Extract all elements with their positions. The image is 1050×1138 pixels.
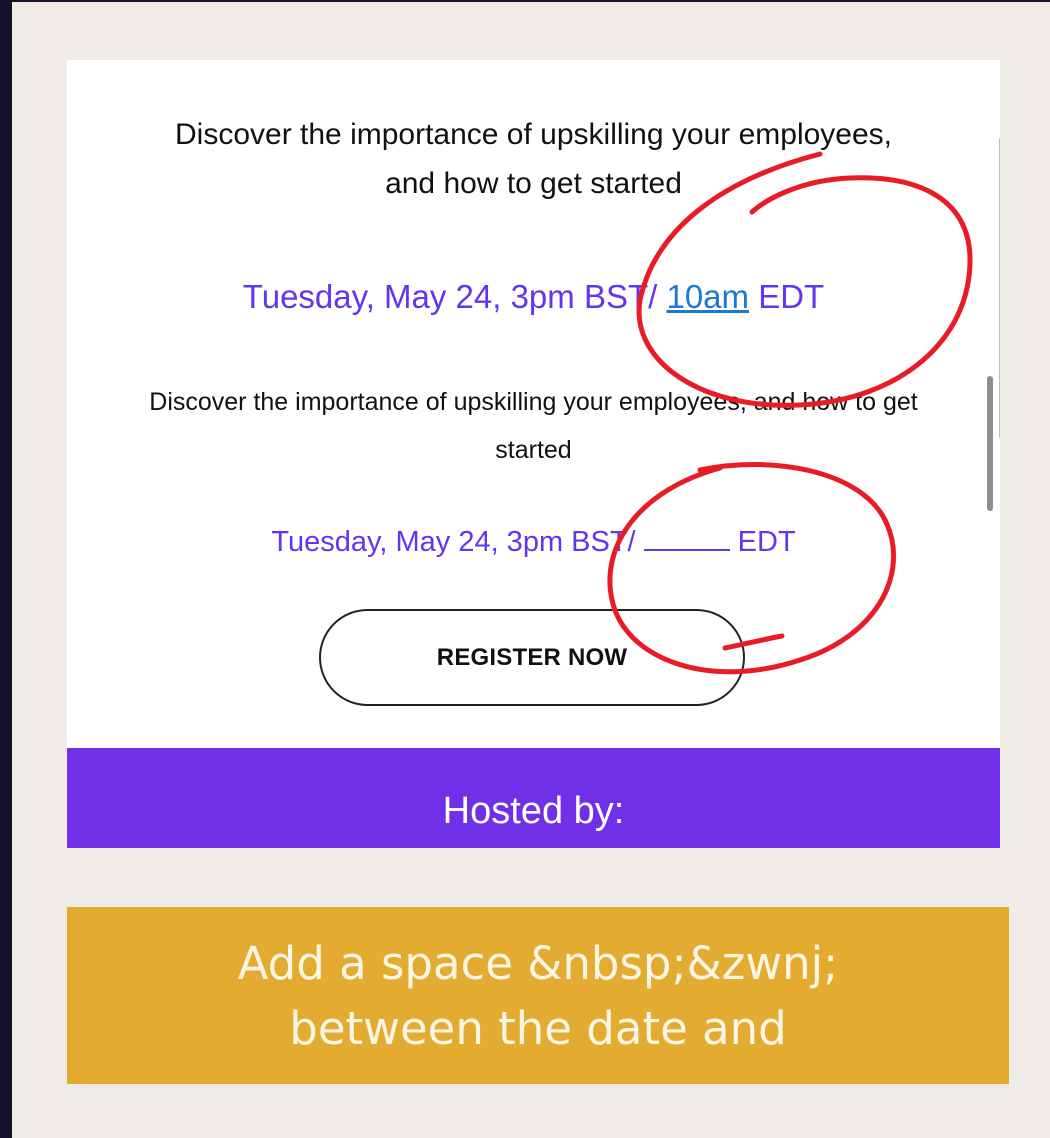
- caption-text: Add a space &nbsp;&zwnj; between the dat…: [237, 936, 839, 1055]
- event-date-small: Tuesday, May 24, 3pm BST/EDT: [67, 526, 1000, 559]
- register-now-button[interactable]: REGISTER NOW: [319, 609, 745, 706]
- email-preview: Discover the importance of upskilling yo…: [67, 60, 1000, 848]
- hosted-by-label: Hosted by:: [442, 790, 625, 832]
- scrollbar-upper[interactable]: [999, 138, 1000, 438]
- date-large-prefix: Tuesday, May 24, 3pm BST/: [242, 278, 667, 315]
- event-date-large: Tuesday, May 24, 3pm BST/ 10am EDT: [67, 278, 1000, 316]
- date-small-suffix: EDT: [737, 526, 796, 558]
- intro-text-large: Discover the importance of upskilling yo…: [175, 118, 892, 200]
- caption-banner: Add a space &nbsp;&zwnj; between the dat…: [67, 907, 1009, 1084]
- scrollbar-thumb-lower[interactable]: [987, 376, 993, 511]
- intro-text-small: Discover the importance of upskilling yo…: [149, 388, 918, 464]
- hosted-by-band: Hosted by:: [67, 748, 1000, 848]
- frame-edge: [0, 0, 12, 1138]
- date-large-suffix: EDT: [749, 278, 825, 315]
- date-small-prefix: Tuesday, May 24, 3pm BST/: [271, 526, 636, 558]
- time-link-10am[interactable]: 10am: [666, 278, 749, 315]
- missing-time-blank: [643, 549, 730, 551]
- frame-top: [0, 0, 1050, 2]
